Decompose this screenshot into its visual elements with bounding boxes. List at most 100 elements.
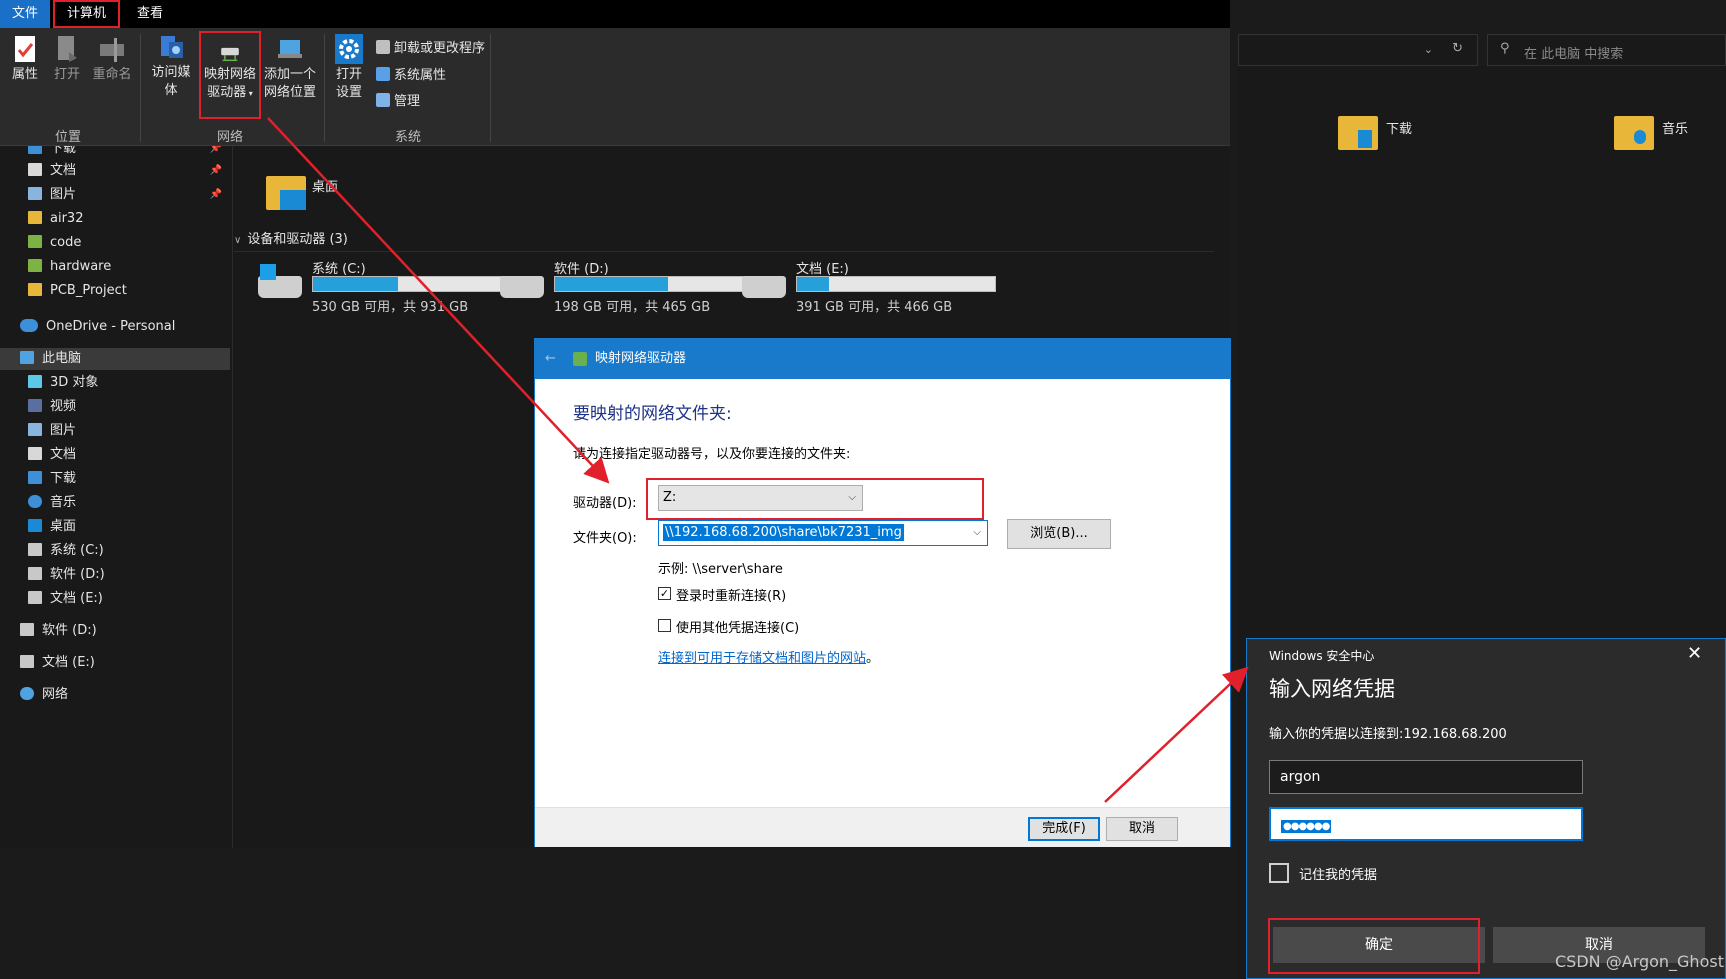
- nav-item-drive-d[interactable]: 软件 (D:): [28, 564, 105, 586]
- password-input[interactable]: ●●●●●●: [1269, 807, 1583, 841]
- downloads-folder-icon: [1338, 116, 1378, 150]
- nav-item-videos[interactable]: 视频: [28, 396, 76, 418]
- windows-drive-icon: [258, 264, 302, 298]
- drive-d-tile[interactable]: 软件 (D:) 198 GB 可用，共 465 GB: [500, 258, 770, 315]
- group-network-label: 网络: [216, 130, 243, 145]
- nav-item-air32[interactable]: air32: [28, 208, 83, 230]
- cancel-button[interactable]: 取消: [1106, 817, 1178, 841]
- drive-c-tile[interactable]: 系统 (C:) 530 GB 可用，共 931 GB: [258, 258, 528, 315]
- open-settings-label-2: 设置: [335, 85, 362, 100]
- nav-item-pictures-pinned[interactable]: 图片 📌: [28, 184, 228, 206]
- manage-button[interactable]: 管理: [376, 93, 420, 111]
- dialog-instruction: 请为连接指定驱动器号，以及你要连接的文件夹:: [573, 447, 851, 462]
- ok-button[interactable]: 确定: [1273, 927, 1485, 963]
- computer-icon: [20, 351, 34, 364]
- nav-item-onedrive[interactable]: OneDrive - Personal: [20, 316, 175, 338]
- drive-icon: [742, 276, 786, 298]
- cloud-icon: [20, 319, 38, 332]
- nav-item-downloads[interactable]: 下载: [28, 468, 76, 490]
- nav-item-drive-c[interactable]: 系统 (C:): [28, 540, 104, 562]
- nav-item-this-pc[interactable]: 此电脑: [20, 348, 81, 370]
- tab-view[interactable]: 查看: [125, 0, 175, 28]
- close-icon[interactable]: ✕: [1687, 643, 1702, 664]
- drive-icon: [28, 543, 42, 556]
- devices-section-header[interactable]: ∨ 设备和驱动器 (3): [234, 228, 1214, 252]
- username-input[interactable]: argon: [1269, 760, 1583, 794]
- open-settings-button[interactable]: 打开 设置: [330, 34, 368, 102]
- properties-label: 属性: [11, 67, 38, 82]
- drive-letter-label: 驱动器(D):: [573, 496, 637, 511]
- chevron-down-icon[interactable]: ⌄: [1424, 43, 1433, 56]
- properties-button[interactable]: 属性: [8, 34, 42, 84]
- tab-file[interactable]: 文件: [0, 0, 50, 28]
- map-network-drive-button[interactable]: 映射网络 驱动器 ▾: [201, 42, 259, 103]
- reconnect-checkbox[interactable]: ✓: [658, 587, 671, 600]
- nav-item-3d-objects[interactable]: 3D 对象: [28, 372, 98, 394]
- nav-item-drive-d-root[interactable]: 软件 (D:): [20, 620, 97, 642]
- navigation-pane: 下载 📌 文档 📌 图片 📌 air32 code hardware PCB_Proj…: [0, 146, 233, 848]
- programs-icon: [376, 40, 390, 54]
- address-bar[interactable]: ⌄ ↻: [1238, 34, 1478, 66]
- nav-item-code[interactable]: code: [28, 232, 81, 254]
- storage-website-link-row: 连接到可用于存储文档和图片的网站。: [658, 647, 879, 666]
- drive-e-free: 391 GB 可用，共 466 GB: [796, 300, 953, 315]
- nav-item-drive-e-root[interactable]: 文档 (E:): [20, 652, 95, 674]
- desktop-folder-label[interactable]: 桌面: [312, 176, 338, 195]
- nav-item-pictures[interactable]: 图片: [28, 420, 76, 442]
- drive-c-free: 530 GB 可用，共 931 GB: [312, 300, 469, 315]
- manage-label: 管理: [394, 94, 421, 109]
- download-icon: [28, 146, 42, 154]
- map-drive-label-2: 驱动器: [207, 85, 247, 100]
- nav-item-downloads-pinned[interactable]: 下载 📌: [28, 146, 228, 160]
- access-media-button[interactable]: 访问媒体: [146, 32, 196, 100]
- cube-icon: [28, 375, 42, 388]
- rename-icon: [100, 38, 124, 62]
- system-properties-button[interactable]: 系统属性: [376, 67, 446, 85]
- properties-icon: [15, 36, 35, 62]
- finish-button[interactable]: 完成(F): [1028, 817, 1100, 841]
- folder-icon: [28, 235, 42, 248]
- downloads-folder-label[interactable]: 下载: [1386, 118, 1412, 137]
- drive-c-usage-fill: [313, 277, 399, 291]
- drive-d-free: 198 GB 可用，共 465 GB: [554, 300, 711, 315]
- group-location-label: 位置: [54, 130, 81, 145]
- uninstall-programs-button[interactable]: 卸载或更改程序: [376, 40, 485, 58]
- password-mask: ●●●●●●: [1281, 820, 1332, 833]
- chevron-down-icon: ▾: [246, 89, 253, 98]
- search-input[interactable]: ⚲ 在 此电脑 中搜索: [1487, 34, 1726, 66]
- folder-path-input[interactable]: \\192.168.68.200\share\bk7231_img ⌵: [658, 520, 988, 546]
- browse-button[interactable]: 浏览(B)...: [1007, 519, 1111, 549]
- nav-item-pcb-project[interactable]: PCB_Project: [28, 280, 127, 302]
- drive-e-tile[interactable]: 文档 (E:) 391 GB 可用，共 466 GB: [742, 258, 1012, 315]
- nav-item-drive-e[interactable]: 文档 (E:): [28, 588, 103, 610]
- dialog-title-bar: ← 映射网络驱动器: [535, 339, 1230, 379]
- rename-button[interactable]: 重命名: [90, 34, 134, 84]
- drive-e-usage-bar: [796, 276, 996, 292]
- other-credentials-checkbox[interactable]: [658, 619, 671, 632]
- remember-credentials-checkbox[interactable]: [1269, 863, 1289, 883]
- nav-item-documents[interactable]: 文档: [28, 444, 76, 466]
- search-icon: ⚲: [1500, 41, 1510, 56]
- drive-d-name: 软件 (D:): [554, 262, 609, 277]
- back-arrow-icon[interactable]: ←: [545, 339, 556, 379]
- music-folder-label[interactable]: 音乐: [1662, 118, 1688, 137]
- add-location-label-1: 添加一个: [263, 67, 316, 82]
- nav-item-hardware[interactable]: hardware: [28, 256, 111, 278]
- folder-path-value: \\192.168.68.200\share\bk7231_img: [663, 524, 904, 541]
- pin-icon: 📌: [209, 189, 222, 200]
- storage-website-link[interactable]: 连接到可用于存储文档和图片的网站: [658, 651, 866, 666]
- nav-item-network[interactable]: 网络: [20, 684, 68, 706]
- nav-item-documents-pinned[interactable]: 文档 📌: [28, 160, 228, 182]
- folder-icon: [28, 259, 42, 272]
- drive-letter-select[interactable]: Z: ⌵: [658, 485, 863, 511]
- tab-computer[interactable]: 计算机: [53, 0, 120, 28]
- manage-icon: [376, 93, 390, 107]
- nav-item-music[interactable]: 音乐: [28, 492, 76, 514]
- remember-credentials-label: 记住我的凭据: [1299, 868, 1378, 883]
- open-button[interactable]: 打开: [50, 34, 84, 84]
- drive-icon: [20, 623, 34, 636]
- refresh-icon[interactable]: ↻: [1452, 41, 1463, 56]
- dialog-title: 映射网络驱动器: [595, 351, 687, 366]
- nav-item-desktop[interactable]: 桌面: [28, 516, 76, 538]
- add-network-location-button[interactable]: 添加一个 网络位置: [262, 34, 318, 102]
